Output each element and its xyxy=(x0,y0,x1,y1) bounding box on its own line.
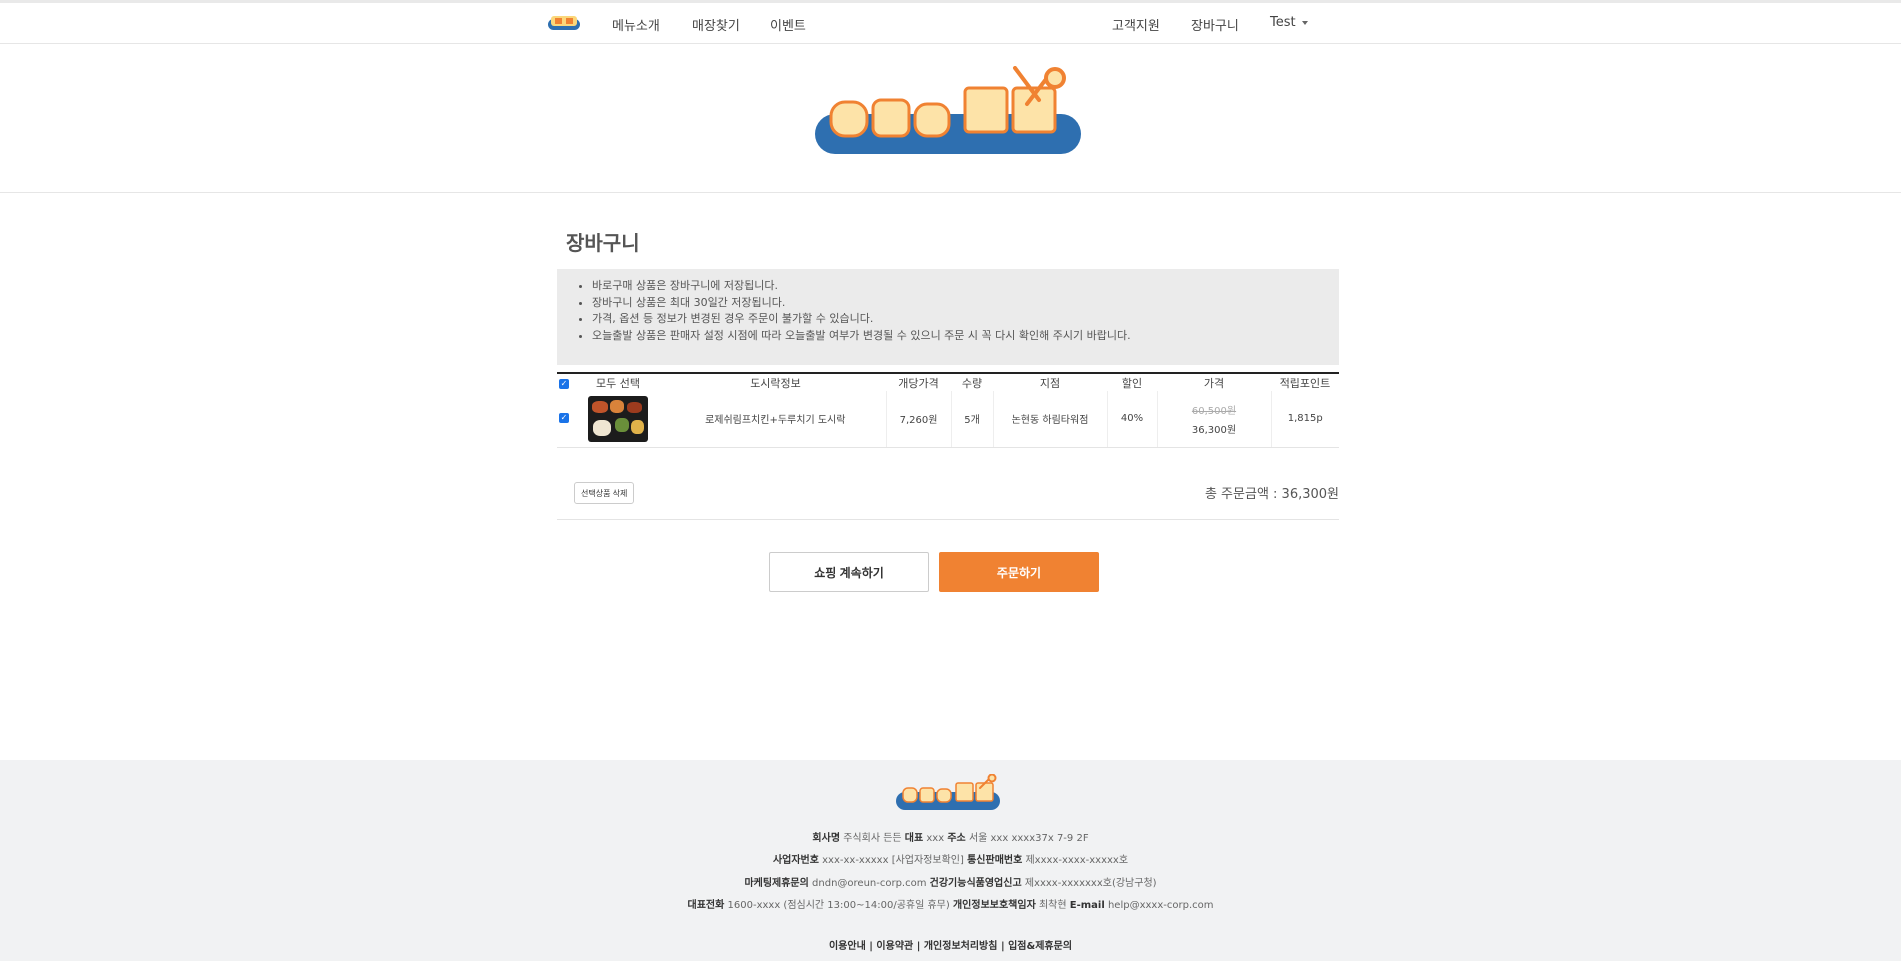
footer-link-partnership[interactable]: 입점&제휴문의 xyxy=(1008,941,1072,952)
header-points: 적립포인트 xyxy=(1279,377,1331,390)
nav-support[interactable]: 고객지원 xyxy=(1112,15,1160,34)
points-cell: 1,815p xyxy=(1270,391,1339,448)
nav-find-store[interactable]: 매장찾기 xyxy=(692,15,740,34)
hero-banner xyxy=(0,44,1901,193)
quantity-cell: 5개 xyxy=(950,391,993,448)
delete-selected-button[interactable]: 선택상품 삭제 xyxy=(574,482,635,504)
price-cell: 60,500원 36,300원 xyxy=(1156,391,1271,448)
footer-link-privacy[interactable]: 개인정보처리방침 xyxy=(924,941,998,952)
row-checkbox[interactable]: ✓ xyxy=(559,413,569,424)
header-qty: 수량 xyxy=(961,377,983,390)
header-price: 가격 xyxy=(1203,377,1225,390)
divider xyxy=(557,519,1339,520)
footer-line-registration: 사업자번호 xxx-xx-xxxxx [사업자정보확인] 통신판매번호 제xxx… xyxy=(772,855,1129,866)
continue-shopping-button[interactable]: 쇼핑 계속하기 xyxy=(769,552,929,592)
store-cell: 논현동 하림타워점 xyxy=(992,391,1107,448)
footer: 회사명 주식회사 든든 대표 xxx 주소 서울 xxx xxxx37x 7-9… xyxy=(0,760,1901,961)
header-store: 지점 xyxy=(1039,377,1061,390)
table-row: ✓ 로제쉬림프치킨+두루치기 도시락 7,260원 5개 논현동 하림타워점 4… xyxy=(557,391,1339,448)
footer-line-company: 회사명 주식회사 든든 대표 xxx 주소 서울 xxx xxxx37x 7-9… xyxy=(812,833,1089,844)
nav-events[interactable]: 이벤트 xyxy=(770,15,806,34)
footer-logo xyxy=(896,774,1000,810)
user-menu-dropdown[interactable]: Test xyxy=(1270,15,1308,30)
brand-logo-small-icon[interactable] xyxy=(548,16,580,30)
top-navbar: 메뉴소개 매장찾기 이벤트 고객지원 장바구니 Test xyxy=(0,3,1901,44)
header-select-all: 모두 선택 xyxy=(596,377,640,390)
footer-link-terms[interactable]: 이용약관 xyxy=(876,941,913,952)
nav-cart[interactable]: 장바구니 xyxy=(1191,15,1239,34)
brand-logo[interactable] xyxy=(815,66,1083,200)
header-info: 도시락정보 xyxy=(750,377,801,390)
header-discount: 할인 xyxy=(1121,377,1143,390)
page-title: 장바구니 xyxy=(566,231,640,255)
order-button[interactable]: 주문하기 xyxy=(939,552,1099,592)
footer-line-phone: 대표전화 1600-xxxx (점심시간 13:00~14:00/공휴일 휴무)… xyxy=(687,900,1214,911)
table-header-row: ✓ 모두 선택 도시락정보 개당가격 수량 지점 할인 가격 적립포인트 xyxy=(557,373,1339,391)
header-unit-price: 개당가격 xyxy=(898,377,939,390)
original-price: 60,500원 xyxy=(1191,405,1237,417)
footer-link-guide[interactable]: 이용안내 xyxy=(829,941,866,952)
notice-item: 바로구매 상품은 장바구니에 저장됩니다. xyxy=(592,278,1339,295)
chevron-down-icon xyxy=(1301,20,1308,25)
notice-item: 장바구니 상품은 최대 30일간 저장됩니다. xyxy=(592,295,1339,312)
footer-links: 이용안내 | 이용약관 | 개인정보처리방침 | 입점&제휴문의 xyxy=(828,941,1073,952)
notice-item: 오늘출발 상품은 판매자 설정 시점에 따라 오늘출발 여부가 변경될 수 있으… xyxy=(592,328,1339,345)
discount-cell: 40% xyxy=(1106,391,1157,448)
sale-price: 36,300원 xyxy=(1191,424,1237,436)
cart-notice-box: 바로구매 상품은 장바구니에 저장됩니다. 장바구니 상품은 최대 30일간 저… xyxy=(557,269,1339,365)
product-thumbnail[interactable] xyxy=(588,395,648,442)
nav-menu-intro[interactable]: 메뉴소개 xyxy=(612,15,660,34)
unit-price-cell: 7,260원 xyxy=(885,391,951,448)
user-name: Test xyxy=(1270,15,1296,30)
total-amount: 총 주문금액 : 36,300원 xyxy=(1204,487,1339,502)
select-all-checkbox[interactable]: ✓ xyxy=(559,378,569,389)
product-name[interactable]: 로제쉬림프치킨+두루치기 도시락 xyxy=(665,391,886,448)
notice-item: 가격, 옵션 등 정보가 변경된 경우 주문이 불가할 수 있습니다. xyxy=(592,311,1339,328)
footer-line-contact: 마케팅제휴문의 dndn@oreun-corp.com 건강기능식품영업신고 제… xyxy=(744,878,1157,889)
cart-table: ✓ 모두 선택 도시락정보 개당가격 수량 지점 할인 가격 적립포인트 ✓ 로… xyxy=(557,372,1339,448)
